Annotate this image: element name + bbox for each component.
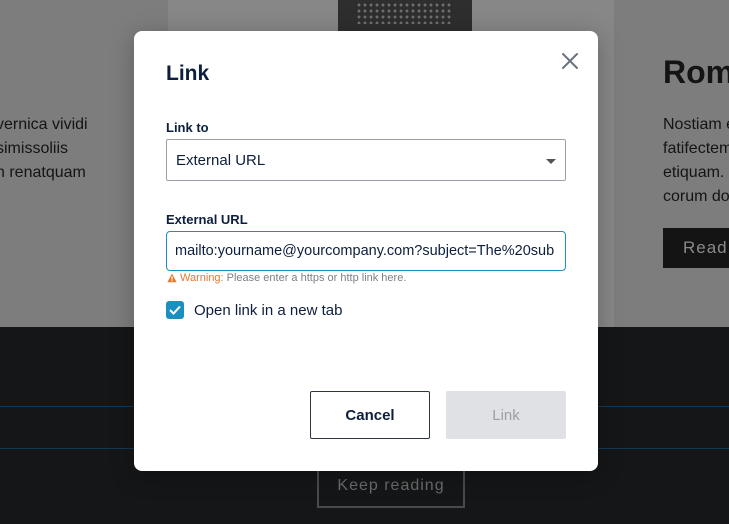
new-tab-option[interactable]: Open link in a new tab (166, 300, 342, 320)
warning-text: Please enter a https or http link here. (226, 272, 407, 284)
new-tab-label: Open link in a new tab (194, 301, 343, 319)
chevron-down-icon (546, 159, 556, 164)
right-text-line: fatifectem (663, 140, 729, 157)
dotted-image (338, 0, 472, 31)
link-to-label: Link to (166, 120, 209, 135)
new-tab-checkbox[interactable] (166, 301, 184, 319)
link-button[interactable]: Link (446, 391, 566, 439)
url-warning: Warning: Please enter a https or http li… (167, 272, 406, 284)
right-text-line: Nostiam e (663, 116, 729, 133)
close-button[interactable] (558, 49, 582, 73)
dialog-title: Link (166, 62, 210, 85)
warning-label: Warning: (180, 272, 224, 284)
external-url-label: External URL (166, 212, 248, 227)
link-to-selected-value: External URL (176, 152, 266, 169)
read-button: Read (663, 228, 729, 268)
right-article-text: Nostiam e fatifectem etiquam. corum do (663, 113, 729, 209)
right-text-line: corum do (663, 188, 729, 205)
right-article-title: Rom (663, 54, 729, 90)
external-url-value: mailto:yourname@yourcompany.com?subject=… (175, 243, 555, 259)
external-url-input[interactable]: mailto:yourname@yourcompany.com?subject=… (166, 231, 566, 271)
warning-icon (167, 273, 177, 283)
link-to-select[interactable]: External URL (166, 139, 566, 181)
close-icon (562, 53, 578, 69)
right-text-line: etiquam. (663, 164, 725, 181)
checkmark-icon (169, 305, 181, 315)
link-dialog: Link Link to External URL External URL m… (134, 31, 598, 471)
cancel-button[interactable]: Cancel (310, 391, 430, 439)
